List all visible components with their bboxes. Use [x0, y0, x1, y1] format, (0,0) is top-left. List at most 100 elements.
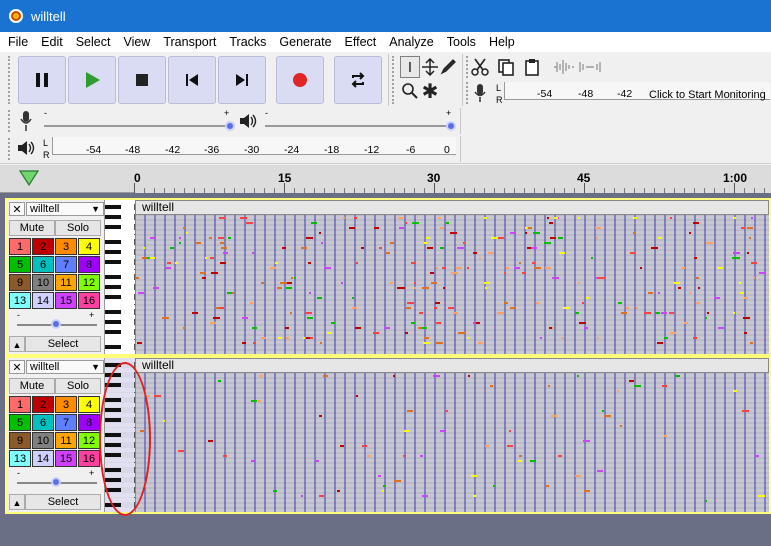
menu-generate[interactable]: Generate	[271, 35, 336, 49]
menu-analyze[interactable]: Analyze	[381, 35, 438, 49]
channel-button-1[interactable]: 1	[9, 396, 31, 413]
play-button[interactable]	[68, 56, 116, 104]
start-monitoring-label[interactable]: Click to Start Monitoring	[649, 89, 766, 101]
menu-file[interactable]: File	[0, 35, 33, 49]
channel-button-10[interactable]: 10	[32, 432, 54, 449]
collapse-track-button[interactable]: ▲	[9, 336, 25, 352]
collapse-track-button[interactable]: ▲	[9, 494, 25, 510]
clip-title-bar[interactable]: willtell	[135, 200, 769, 215]
recording-volume-slider[interactable]	[44, 125, 230, 127]
channel-button-9[interactable]: 9	[9, 432, 31, 449]
note-track-1[interactable]: ✕ willtell ▼ Mute Solo 1 2 3 4 5 6 7 8 9 10 11 12 13 1…	[5, 198, 771, 356]
close-track-button[interactable]: ✕	[9, 202, 25, 216]
channel-button-14[interactable]: 14	[32, 292, 54, 309]
close-track-button[interactable]: ✕	[9, 360, 25, 374]
menu-view[interactable]: View	[115, 35, 155, 49]
solo-button[interactable]: Solo	[55, 220, 101, 236]
selection-tool[interactable]: I	[400, 56, 420, 78]
silence-button[interactable]	[578, 56, 602, 78]
timeline[interactable]: 0 15 30 45 1:00	[0, 165, 771, 193]
channel-button-4[interactable]: 4	[78, 238, 100, 255]
menu-edit[interactable]: Edit	[33, 35, 68, 49]
channel-button-12[interactable]: 12	[78, 432, 100, 449]
channel-button-5[interactable]: 5	[9, 256, 31, 273]
record-button[interactable]	[276, 56, 324, 104]
channel-button-6[interactable]: 6	[32, 414, 54, 431]
tools-toolbar-grip[interactable]	[392, 56, 396, 104]
channel-button-15[interactable]: 15	[55, 450, 77, 467]
menu-tools[interactable]: Tools	[439, 35, 481, 49]
playback-meter-grip[interactable]	[8, 138, 12, 160]
channel-button-1[interactable]: 1	[9, 238, 31, 255]
loop-button[interactable]	[334, 56, 382, 104]
channel-button-14[interactable]: 14	[32, 450, 54, 467]
solo-button[interactable]: Solo	[55, 378, 101, 394]
playback-volume-slider[interactable]	[265, 125, 453, 127]
channel-button-3[interactable]: 3	[55, 396, 77, 413]
channel-button-11[interactable]: 11	[55, 274, 77, 291]
piano-keyboard[interactable]	[105, 200, 135, 354]
note-clip-area[interactable]	[135, 373, 769, 512]
play-tick: -36	[204, 144, 220, 156]
recording-meter-button[interactable]	[470, 82, 490, 104]
channel-button-8[interactable]: 8	[78, 256, 100, 273]
mixer-toolbar-grip[interactable]	[8, 110, 12, 132]
channel-button-10[interactable]: 10	[32, 274, 54, 291]
channel-button-13[interactable]: 13	[9, 292, 31, 309]
channel-button-15[interactable]: 15	[55, 292, 77, 309]
select-track-button[interactable]: Select	[25, 336, 101, 352]
note-track-2[interactable]: ✕ willtell ▼ Mute Solo 1 2 3 4 5 6 7 8 9 10 11 12 13 1…	[5, 356, 771, 514]
select-track-button[interactable]: Select	[25, 494, 101, 510]
channel-button-11[interactable]: 11	[55, 432, 77, 449]
recording-volume-thumb[interactable]	[225, 121, 235, 131]
channel-button-7[interactable]: 7	[55, 414, 77, 431]
channel-button-3[interactable]: 3	[55, 238, 77, 255]
channel-button-4[interactable]: 4	[78, 396, 100, 413]
channel-button-2[interactable]: 2	[32, 238, 54, 255]
menu-select[interactable]: Select	[68, 35, 116, 49]
channel-button-16[interactable]: 16	[78, 450, 100, 467]
channel-button-2[interactable]: 2	[32, 396, 54, 413]
channel-button-7[interactable]: 7	[55, 256, 77, 273]
copy-button[interactable]	[496, 56, 516, 78]
midi-note	[384, 327, 390, 329]
channel-button-12[interactable]: 12	[78, 274, 100, 291]
midi-note	[595, 227, 601, 229]
channel-button-8[interactable]: 8	[78, 414, 100, 431]
clip-title-bar[interactable]: willtell	[135, 358, 769, 373]
multi-tool[interactable]: ✱	[420, 80, 440, 103]
window-title: willtell	[31, 8, 66, 24]
paste-button[interactable]	[522, 56, 542, 78]
zoom-tool[interactable]	[400, 80, 420, 102]
velocity-thumb[interactable]	[51, 477, 61, 487]
time-ruler[interactable]: 0 15 30 45 1:00	[134, 165, 771, 193]
mute-button[interactable]: Mute	[9, 378, 55, 394]
draw-tool[interactable]	[438, 56, 458, 78]
play-head-triangle-icon[interactable]	[18, 169, 40, 187]
menu-effect[interactable]: Effect	[337, 35, 382, 49]
menu-help[interactable]: Help	[481, 35, 520, 49]
channel-button-5[interactable]: 5	[9, 414, 31, 431]
transport-toolbar-grip[interactable]	[8, 56, 12, 104]
playback-volume-thumb[interactable]	[446, 121, 456, 131]
track-name-menu[interactable]: willtell ▼	[26, 360, 104, 374]
skip-to-start-button[interactable]	[168, 56, 216, 104]
velocity-thumb[interactable]	[51, 319, 61, 329]
envelope-tool[interactable]	[420, 56, 440, 78]
channel-button-9[interactable]: 9	[9, 274, 31, 291]
piano-keyboard[interactable]	[105, 358, 135, 512]
menu-tracks[interactable]: Tracks	[221, 35, 271, 49]
note-clip-area[interactable]	[135, 215, 769, 354]
channel-button-16[interactable]: 16	[78, 292, 100, 309]
pause-button[interactable]	[18, 56, 66, 104]
trim-button[interactable]	[552, 56, 576, 78]
cut-button[interactable]	[470, 56, 490, 78]
mute-button[interactable]: Mute	[9, 220, 55, 236]
channel-button-6[interactable]: 6	[32, 256, 54, 273]
track-name-menu[interactable]: willtell ▼	[26, 202, 104, 216]
midi-note	[138, 292, 144, 294]
skip-to-end-button[interactable]	[218, 56, 266, 104]
stop-button[interactable]	[118, 56, 166, 104]
channel-button-13[interactable]: 13	[9, 450, 31, 467]
menu-transport[interactable]: Transport	[155, 35, 221, 49]
